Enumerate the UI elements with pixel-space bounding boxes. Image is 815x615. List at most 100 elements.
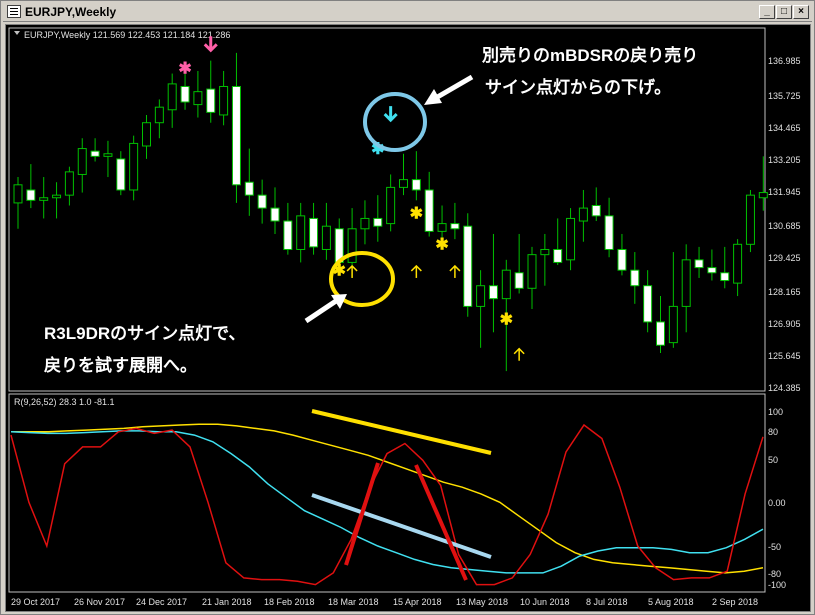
time-label: 21 Jan 2018 bbox=[202, 597, 252, 607]
mt4-chart-window: EURJPY,Weekly _ □ × EURJPY,Weekly 121.56… bbox=[0, 0, 815, 615]
candle-bear bbox=[244, 181, 254, 196]
arrow-up-marker bbox=[449, 264, 461, 278]
annotation-text: R3L9DRのサイン点灯で、 bbox=[44, 323, 245, 343]
candle-bull bbox=[347, 228, 357, 263]
candle-bull bbox=[758, 192, 768, 199]
candle-bear bbox=[411, 179, 421, 191]
price-label: 130.685 bbox=[768, 221, 801, 231]
price-label: 128.165 bbox=[768, 287, 801, 297]
indicator-series-line bbox=[11, 423, 764, 574]
time-label: 5 Aug 2018 bbox=[648, 597, 694, 607]
time-label: 29 Oct 2017 bbox=[11, 597, 60, 607]
candle-bear bbox=[604, 215, 614, 250]
indicator-label: -100 bbox=[768, 580, 786, 590]
candle-bear bbox=[373, 217, 383, 227]
time-label: 18 Mar 2018 bbox=[328, 597, 379, 607]
price-label: 125.645 bbox=[768, 351, 801, 361]
arrow-up-marker bbox=[513, 347, 525, 361]
candle-bull bbox=[668, 305, 678, 344]
candle-bear bbox=[694, 259, 704, 269]
window-title: EURJPY,Weekly bbox=[25, 5, 117, 19]
chart-window-icon bbox=[7, 5, 21, 18]
markers-layer: ✱✱✱✱✱✱ bbox=[178, 36, 525, 361]
candle-bear bbox=[424, 189, 434, 232]
candle-bull bbox=[399, 179, 408, 188]
candle-bear bbox=[463, 225, 473, 307]
candle-bear bbox=[257, 194, 267, 209]
price-label: 134.465 bbox=[768, 123, 801, 133]
highlight-circle-blue bbox=[363, 92, 427, 152]
candle-bull bbox=[13, 184, 23, 204]
time-label: 10 Jun 2018 bbox=[520, 597, 570, 607]
candle-bear bbox=[553, 248, 563, 263]
annotation-text: サイン点灯からの下げ。 bbox=[485, 77, 671, 97]
main-chart-header: EURJPY,Weekly 121.569 122.453 121.184 12… bbox=[24, 30, 230, 40]
indicator-header: R(9,26,52) 28.3 1.0 -81.1 bbox=[14, 397, 115, 407]
candle-bull bbox=[129, 142, 139, 191]
window-titlebar[interactable]: EURJPY,Weekly _ □ × bbox=[3, 3, 812, 22]
indicator-layer bbox=[10, 423, 764, 586]
candle-bull bbox=[476, 285, 486, 307]
candle-bull bbox=[566, 217, 576, 261]
candle-bull bbox=[745, 194, 755, 245]
indicator-series-line bbox=[10, 423, 764, 586]
arrow-down-marker bbox=[383, 106, 398, 123]
candle-bear bbox=[116, 158, 126, 191]
candle-bear bbox=[231, 85, 241, 186]
indicator-label: 80 bbox=[768, 427, 778, 437]
price-label: 131.945 bbox=[768, 187, 801, 197]
time-label: 26 Nov 2017 bbox=[74, 597, 125, 607]
annotation-arrow-top bbox=[424, 74, 474, 105]
indicator-label: 100 bbox=[768, 407, 783, 417]
candle-bull bbox=[681, 259, 691, 307]
time-label: 8 Jul 2018 bbox=[586, 597, 628, 607]
candle-bear bbox=[309, 217, 319, 248]
chart-canvas[interactable]: EURJPY,Weekly 121.569 122.453 121.184 12… bbox=[6, 25, 810, 611]
candle-bull bbox=[296, 215, 306, 250]
time-label: 2 Sep 2018 bbox=[712, 597, 758, 607]
candle-bull bbox=[142, 122, 151, 147]
time-label: 24 Dec 2017 bbox=[136, 597, 187, 607]
candle-bull bbox=[77, 148, 87, 175]
candle-bull bbox=[437, 223, 447, 232]
chart-triangle-icon bbox=[14, 31, 20, 35]
close-button[interactable]: × bbox=[793, 5, 809, 19]
price-label: 129.425 bbox=[768, 253, 801, 263]
candle-bull bbox=[540, 248, 550, 256]
candle-bear bbox=[90, 150, 100, 157]
candle-bull bbox=[154, 106, 164, 124]
candle-bull bbox=[578, 207, 588, 222]
chart-area[interactable]: EURJPY,Weekly 121.569 122.453 121.184 12… bbox=[5, 24, 811, 612]
candle-bear bbox=[617, 248, 627, 271]
time-label: 15 Apr 2018 bbox=[393, 597, 442, 607]
candle-bull bbox=[360, 217, 370, 230]
indicator-label: -50 bbox=[768, 542, 781, 552]
annotation-text: 戻りを試す展開へ。 bbox=[44, 355, 197, 375]
candle-bear bbox=[656, 321, 665, 346]
candle-bull bbox=[103, 153, 113, 157]
candle-bear bbox=[514, 272, 524, 289]
annotation-arrow-bottom bbox=[304, 294, 347, 324]
candle-bull bbox=[39, 197, 49, 201]
candle-bear bbox=[643, 285, 653, 323]
indicator-series-line bbox=[10, 430, 764, 574]
annotation-text: 別売りのmBDSRの戻り売り bbox=[481, 45, 698, 65]
candle-bear bbox=[630, 269, 640, 287]
candle-bear bbox=[270, 207, 280, 222]
time-axis: 29 Oct 2017 26 Nov 2017 24 Dec 2017 21 J… bbox=[11, 597, 758, 607]
candle-bull bbox=[167, 83, 177, 111]
price-label: 136.985 bbox=[768, 56, 801, 66]
star-marker: ✱ bbox=[178, 61, 191, 78]
candle-bull bbox=[733, 243, 743, 284]
candle-bear bbox=[26, 189, 36, 201]
price-label: 126.905 bbox=[768, 319, 801, 329]
price-label: 135.725 bbox=[768, 91, 801, 101]
minimize-button[interactable]: _ bbox=[759, 5, 775, 19]
arrow-up-marker bbox=[346, 264, 358, 278]
candle-bull bbox=[527, 254, 537, 289]
candle-bear bbox=[707, 267, 717, 274]
indicator-label: 50 bbox=[768, 455, 778, 465]
candle-bull bbox=[386, 186, 396, 225]
star-marker: ✱ bbox=[500, 312, 513, 329]
maximize-button[interactable]: □ bbox=[776, 5, 792, 19]
